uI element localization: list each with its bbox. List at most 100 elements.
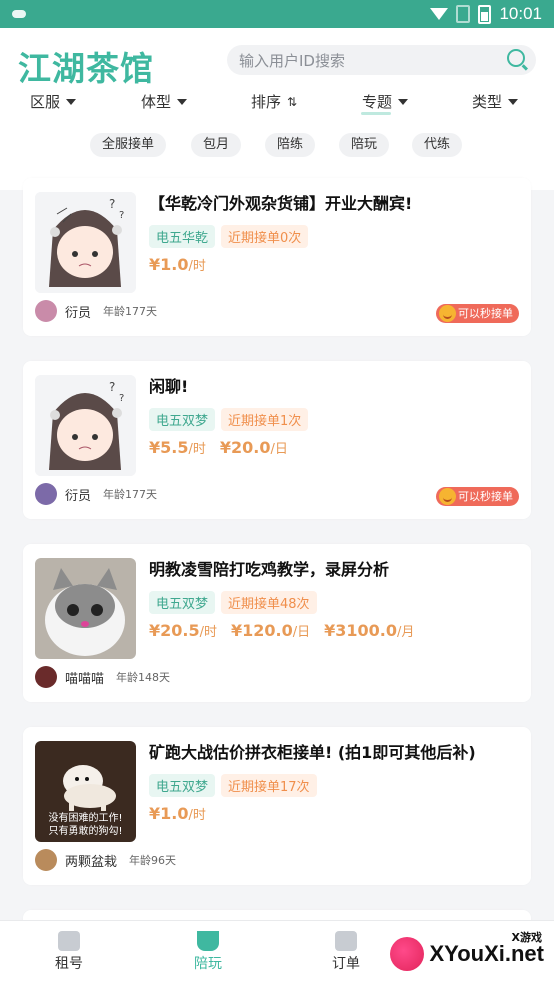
smile-icon [439,488,456,505]
price-list: ¥1.0/时 [149,804,206,823]
price-unit: /日 [292,625,311,640]
price-amount: ¥20.5 [149,621,200,640]
clipboard-icon [335,931,357,951]
tab-orders[interactable]: 订单 [311,931,381,973]
search-placeholder: 输入用户ID搜索 [239,51,345,70]
filter-sort[interactable]: 排序 ⇅ [251,91,297,112]
cartoon-girl-image: ?? [35,192,136,293]
avatar [35,483,57,505]
filter-topic[interactable]: 专题 [362,91,409,112]
badge-label: 可以秒接单 [458,490,513,503]
seller-age: 年龄148天 [116,671,171,684]
cover-caption: 没有困难的工作! 只有勇敢的狗勾! [48,813,123,837]
cartoon-girl-image: ?? [35,375,136,476]
watermark-small: X游戏 [511,931,542,944]
game-tag: 电五华乾 [149,225,216,248]
price-amount: ¥3100.0 [324,621,398,640]
avatar [35,300,57,322]
listing-title: 【华乾冷门外观杂货铺】开业大酬宾! [149,194,413,213]
seller-info: 衍员 年龄177天 [35,300,157,322]
price-item: ¥3100.0/月 [324,621,414,640]
chip-all-server[interactable]: 全服接单 [90,133,167,157]
tab-label: 租号 [55,956,83,972]
status-icons: 10:01 [430,4,542,24]
sim-icon [456,5,471,23]
price-amount: ¥1.0 [149,255,189,274]
game-tag: 电五双梦 [149,591,216,614]
seller-name: 喵喵喵 [65,671,105,687]
price-unit: /时 [188,808,206,823]
price-item: ¥20.0/日 [220,438,288,457]
chip-boost[interactable]: 代练 [412,133,463,157]
filter-bodytype[interactable]: 体型 [141,91,188,112]
orders-tag: 近期接单17次 [221,774,317,797]
quick-chips: 全服接单 包月 陪练 陪玩 代练 [0,133,554,157]
app-title: 江湖茶馆 [18,52,154,88]
teacup-icon [197,931,219,951]
game-tag: 电五双梦 [149,774,216,797]
filter-label: 区服 [30,93,61,111]
listing-title: 矿跑大战估价拼衣柜接单! (拍1即可其他后补) [149,743,476,762]
listing-tags: 电五双梦 近期接单1次 [149,408,309,431]
price-amount: ¥5.5 [149,438,189,457]
chevron-down-icon [177,98,188,105]
listing-card[interactable]: 没有困难的工作! 只有勇敢的狗勾! 矿跑大战估价拼衣柜接单! (拍1即可其他后补… [23,727,531,885]
listing-card[interactable]: ?? 闲聊! 电五双梦 近期接单1次 ¥5.5/时 ¥20.0/日 衍员 年龄1… [23,361,531,519]
price-unit: /月 [397,625,415,640]
tab-companion[interactable]: 陪玩 [173,931,243,973]
filter-region[interactable]: 区服 [30,91,77,112]
wifi-icon [430,8,449,20]
price-amount: ¥1.0 [149,804,189,823]
search-input[interactable]: 输入用户ID搜索 [227,45,536,75]
filter-type[interactable]: 类型 [472,91,519,112]
notification-icon [12,10,26,18]
smile-icon [439,305,456,322]
filter-label: 专题 [362,93,393,111]
seller-name: 衍员 [65,488,92,504]
home-icon [58,931,80,951]
tab-label: 陪玩 [194,956,222,972]
chip-play[interactable]: 陪玩 [339,133,390,157]
status-time: 10:01 [499,4,542,23]
instant-order-badge: 可以秒接单 [436,304,519,323]
search-icon[interactable] [507,49,525,67]
seller-age: 年龄177天 [103,305,158,318]
filter-label: 类型 [472,93,503,111]
seller-info: 两颗盆栽 年龄96天 [35,849,176,871]
filter-label: 体型 [141,93,172,111]
listing-tags: 电五双梦 近期接单17次 [149,774,317,797]
game-tag: 电五双梦 [149,408,216,431]
status-bar: 10:01 [0,0,554,28]
listing-cover: 没有困难的工作! 只有勇敢的狗勾! [35,741,136,842]
instant-order-badge: 可以秒接单 [436,487,519,506]
chevron-down-icon [66,98,77,105]
sort-icon: ⇅ [287,94,298,109]
price-amount: ¥20.0 [219,438,271,457]
avatar [35,666,57,688]
filter-active-indicator [361,112,391,115]
price-unit: /时 [199,625,217,640]
price-unit: /时 [188,442,206,457]
svg-text:?: ? [109,197,115,211]
price-list: ¥5.5/时 ¥20.0/日 [149,438,288,457]
chip-monthly[interactable]: 包月 [191,133,242,157]
listing-card[interactable]: 明教凌雪陪打吃鸡教学，录屏分析 电五双梦 近期接单48次 ¥20.5/时 ¥12… [23,544,531,702]
battery-icon [478,4,492,24]
chevron-down-icon [398,98,409,105]
svg-text:?: ? [119,210,124,221]
listing-cover: ?? [35,375,136,476]
avatar [35,849,57,871]
price-list: ¥20.5/时 ¥120.0/日 ¥3100.0/月 [149,621,414,640]
price-item: ¥20.5/时 [149,621,217,640]
cat-photo-image [35,558,136,659]
orders-tag: 近期接单0次 [221,225,309,248]
watermark: X游戏 XYouXi.net [374,929,554,979]
filter-bar: 区服 体型 排序 ⇅ 专题 类型 [0,91,554,117]
price-item: ¥1.0/时 [149,255,206,274]
tab-rent-account[interactable]: 租号 [34,931,104,973]
chip-training[interactable]: 陪练 [265,133,316,157]
filter-label: 排序 [251,93,282,111]
listing-card[interactable]: ?? 【华乾冷门外观杂货铺】开业大酬宾! 电五华乾 近期接单0次 ¥1.0/时 … [23,178,531,336]
listing-title: 明教凌雪陪打吃鸡教学，录屏分析 [149,560,390,579]
svg-text:?: ? [119,393,124,404]
